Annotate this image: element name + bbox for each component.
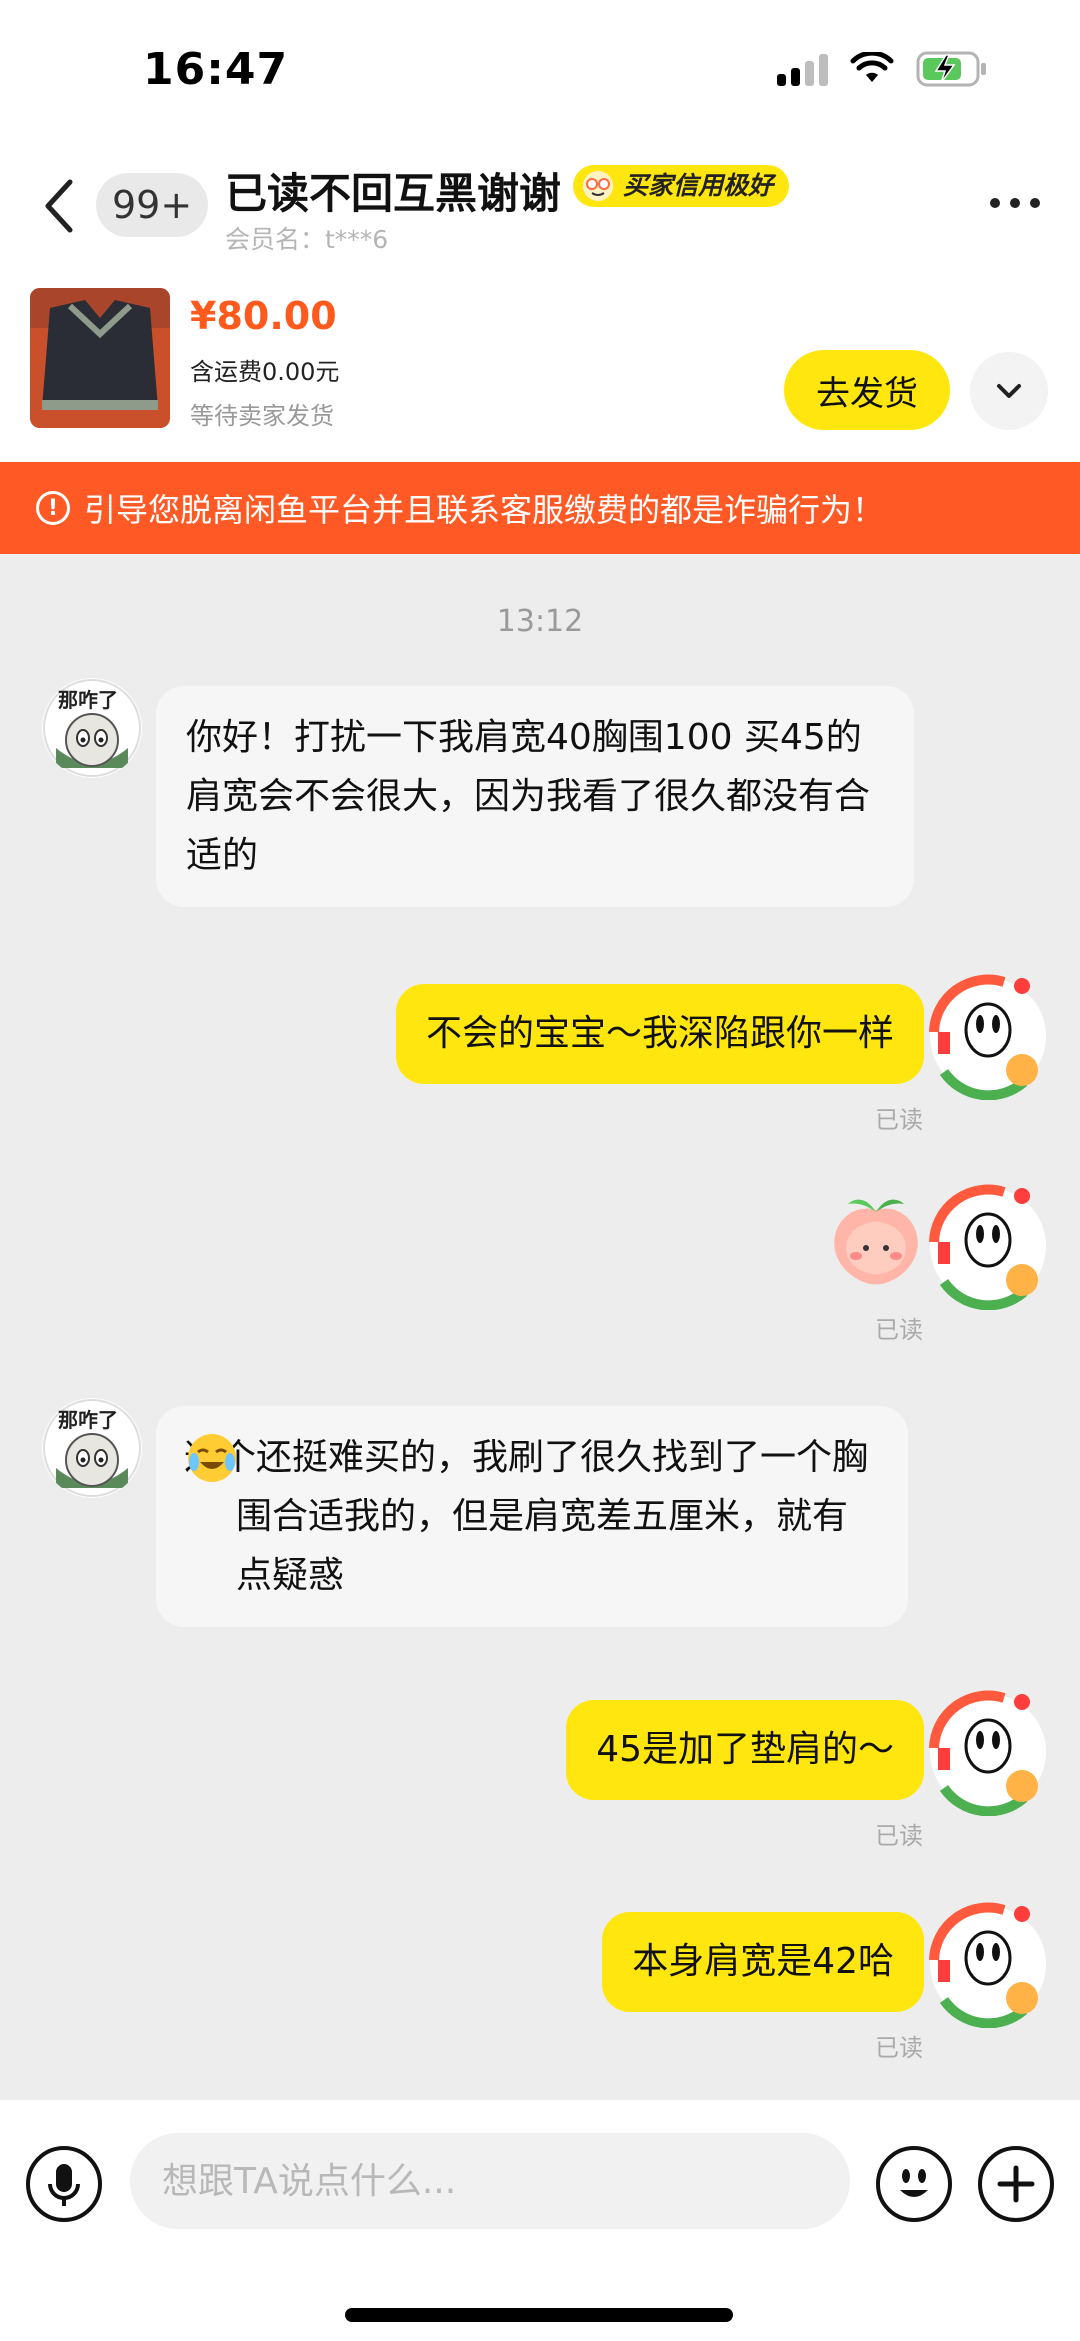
input-bar [0,2100,1080,2341]
battery-charging-icon [916,51,986,87]
read-receipt: 已读 [875,1106,923,1134]
read-receipt: 已读 [875,1316,923,1344]
read-receipt: 已读 [875,1822,923,1850]
status-icons [777,50,988,88]
ship-button[interactable]: 去发货 [784,350,950,430]
peach-emoji-icon[interactable] [826,1190,926,1290]
status-time: 16:47 [143,44,289,95]
message-input[interactable] [130,2133,850,2229]
unread-count-badge[interactable]: 99+ [96,173,209,237]
wifi-icon [850,52,894,82]
message-text: 这个还挺难买的，我刷了很久找到了一个胸围合适我的，但是肩宽差五厘米，就有点疑惑 [184,1437,869,1596]
my-avatar-sticker-icon[interactable] [924,1688,1052,1816]
more-options-icon[interactable] [990,198,1040,208]
my-avatar-sticker-icon[interactable] [924,1900,1052,2028]
plus-icon [997,2165,1035,2203]
message-bubble-in[interactable]: 你好！打扰一下我肩宽40胸围100 买45的肩宽会不会很大，因为我看了很久都没有… [156,686,914,907]
chat-timestamp: 13:12 [496,604,584,639]
cool-face-icon [583,171,613,201]
add-button[interactable] [978,2146,1054,2222]
warning-icon: ! [36,491,70,525]
message-bubble-out[interactable]: 不会的宝宝～我深陷跟你一样 [395,984,924,1084]
emoji-button[interactable] [876,2146,952,2222]
message-bubble-out[interactable]: 45是加了垫肩的～ [566,1700,924,1800]
partner-avatar-text: 那咋了 [58,1408,118,1432]
voice-button[interactable] [26,2146,102,2222]
partner-avatar-text: 那咋了 [58,688,118,712]
smiley-icon [900,2169,928,2197]
product-price: ¥80.00 [190,294,337,338]
warning-text: 引导您脱离闲鱼平台并且联系客服缴费的都是诈骗行为！ [84,491,885,529]
member-name: 会员名：t***6 [225,225,389,254]
credit-badge-label: 买家信用极好 [623,171,774,200]
back-arrow-icon[interactable] [40,176,80,236]
chevron-down-icon [997,384,1021,398]
my-avatar-sticker-icon[interactable] [924,972,1052,1100]
chat-header: 99+ 已读不回互黑谢谢 买家信用极好 会员名：t***6 [0,140,1080,282]
read-receipt: 已读 [875,2034,923,2062]
my-avatar-sticker-icon[interactable] [924,1182,1052,1310]
message-bubble-out[interactable]: 本身肩宽是42哈 [602,1912,924,2012]
expand-button[interactable] [970,352,1048,430]
product-thumbnail[interactable] [30,288,170,428]
shipping-fee: 含运费0.00元 [190,358,340,386]
order-status: 等待卖家发货 [190,402,334,430]
status-bar: 16:47 [0,0,1080,140]
scam-warning-banner: ! 引导您脱离闲鱼平台并且联系客服缴费的都是诈骗行为！ [0,462,1080,554]
cellular-signal-icon [777,52,828,86]
microphone-icon [48,2164,80,2206]
crying-laughing-emoji-icon [188,1434,236,1482]
chat-title: 已读不回互黑谢谢 [225,169,562,218]
message-bubble-in[interactable]: 这个还挺难买的，我刷了很久找到了一个胸围合适我的，但是肩宽差五厘米，就有点疑惑 [156,1406,908,1627]
home-indicator[interactable] [345,2308,733,2322]
credit-badge: 买家信用极好 [573,165,790,207]
product-card[interactable]: ¥80.00 含运费0.00元 等待卖家发货 去发货 [0,282,1080,462]
